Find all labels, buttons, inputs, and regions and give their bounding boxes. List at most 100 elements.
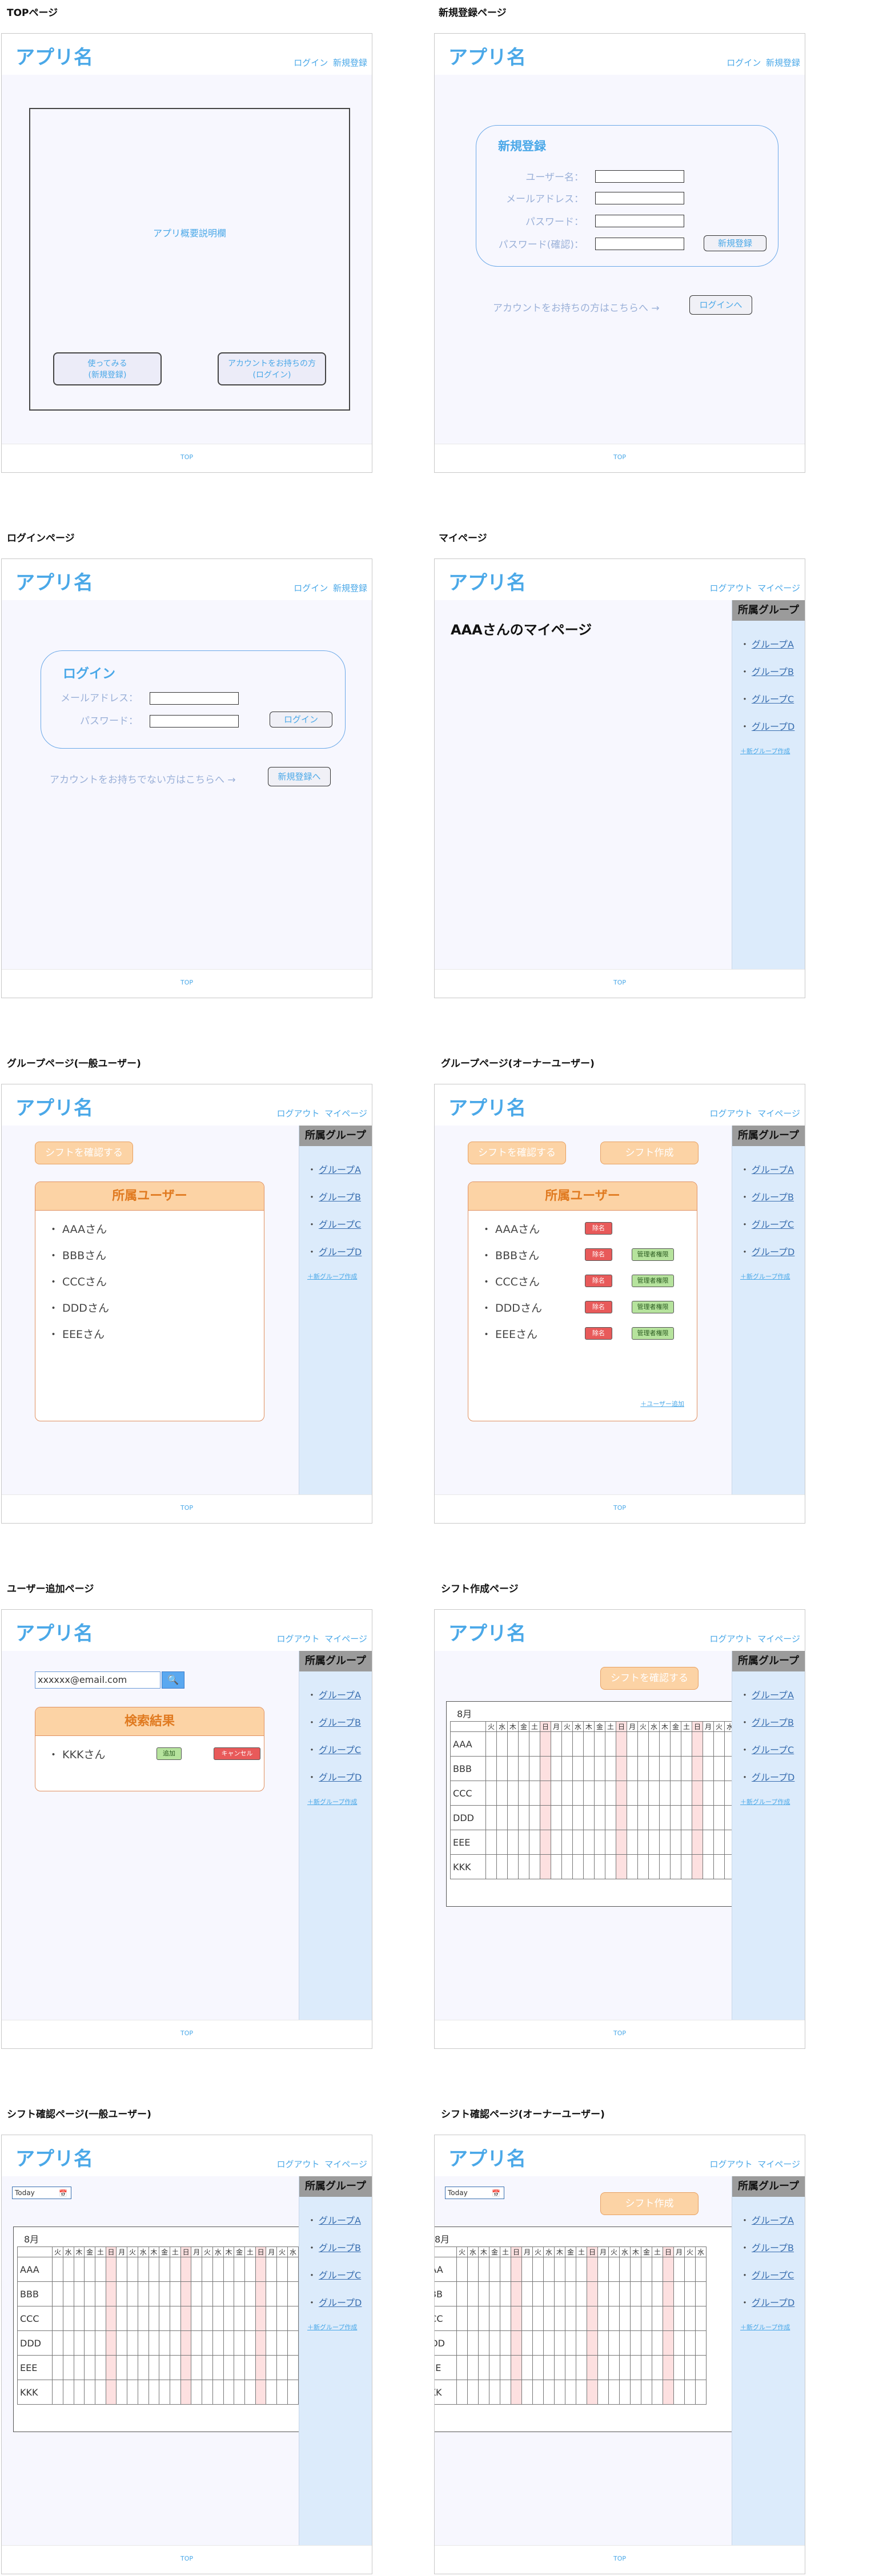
shift-cell[interactable] [202,2380,213,2405]
shift-cell[interactable] [554,2281,565,2306]
shift-cell[interactable] [266,2330,278,2356]
nav-links[interactable]: ログアウト マイページ [710,582,800,594]
shift-cell[interactable] [529,1756,540,1781]
footer-top-link[interactable]: TOP [435,2030,805,2037]
shift-cell[interactable] [62,2281,74,2306]
shift-cell[interactable] [244,2380,256,2405]
sidebar-item[interactable]: ・グループB [307,1189,372,1203]
shift-cell[interactable] [159,2330,171,2356]
shift-cell[interactable] [692,1731,703,1757]
shift-cell[interactable] [521,2281,533,2306]
login-submit-button[interactable]: ログイン [270,712,332,728]
shift-cell[interactable] [594,1805,605,1830]
shift-cell[interactable] [695,2306,707,2331]
shift-cell[interactable] [234,2330,246,2356]
username-input[interactable] [595,170,684,183]
shift-cell[interactable] [616,1756,627,1781]
to-register-button[interactable]: 新規登録へ [268,767,331,786]
shift-cell[interactable] [532,2306,544,2331]
shift-cell[interactable] [287,2281,299,2306]
shift-cell[interactable] [456,2257,468,2282]
shift-cell[interactable] [605,1731,616,1757]
shift-cell[interactable] [180,2257,192,2282]
shift-cell[interactable] [105,2355,117,2380]
shift-cell[interactable] [521,2380,533,2405]
shift-cell[interactable] [255,2306,267,2331]
shift-cell[interactable] [159,2281,171,2306]
shift-cell[interactable] [170,2355,181,2380]
shift-cell[interactable] [681,1805,692,1830]
shift-cell[interactable] [695,2355,707,2380]
shift-cell[interactable] [170,2281,181,2306]
shift-cell[interactable] [159,2355,171,2380]
shift-cell[interactable] [540,1781,551,1806]
footer-top-link[interactable]: TOP [2,1504,372,1512]
create-shift-button[interactable]: シフト作成 [600,1142,699,1164]
shift-cell[interactable] [627,1805,638,1830]
shift-cell[interactable] [713,1756,725,1781]
today-button[interactable]: Today 📅 [12,2187,71,2199]
shift-cell[interactable] [73,2281,85,2306]
shift-cell[interactable] [148,2306,160,2331]
shift-cell[interactable] [554,2355,565,2380]
shift-cell[interactable] [518,1805,529,1830]
shift-cell[interactable] [673,2306,685,2331]
shift-cell[interactable] [170,2306,181,2331]
shift-cell[interactable] [287,2306,299,2331]
create-shift-button[interactable]: シフト作成 [600,2192,699,2215]
shift-cell[interactable] [478,2257,489,2282]
shift-cell[interactable] [456,2380,468,2405]
shift-cell[interactable] [500,2281,511,2306]
shift-cell[interactable] [608,2306,620,2331]
shift-cell[interactable] [543,2330,555,2356]
shift-cell[interactable] [266,2257,278,2282]
shift-cell[interactable] [673,2355,685,2380]
footer-top-link[interactable]: TOP [435,1504,805,1512]
shift-cell[interactable] [137,2330,149,2356]
shift-cell[interactable] [170,2257,181,2282]
sidebar-item[interactable]: ・グループD [740,1770,805,1783]
shift-cell[interactable] [223,2330,235,2356]
shift-cell[interactable] [572,1756,584,1781]
shift-cell[interactable] [496,1756,508,1781]
shift-cell[interactable] [703,1781,714,1806]
shift-cell[interactable] [551,1781,562,1806]
shift-cell[interactable] [511,2257,522,2282]
remove-button[interactable]: 除名 [585,1222,612,1235]
shift-cell[interactable] [684,2281,696,2306]
shift-cell[interactable] [641,2355,652,2380]
remove-button[interactable]: 除名 [585,1275,612,1287]
nav-links[interactable]: ログアウト マイページ [277,2158,367,2170]
shift-cell[interactable] [703,1854,714,1879]
shift-cell[interactable] [576,2355,587,2380]
shift-cell[interactable] [703,1756,714,1781]
shift-cell[interactable] [692,1756,703,1781]
shift-cell[interactable] [713,1854,725,1879]
shift-cell[interactable] [576,2330,587,2356]
shift-cell[interactable] [116,2330,128,2356]
admin-button[interactable]: 管理者権限 [632,1248,674,1261]
shift-cell[interactable] [673,2257,685,2282]
shift-cell[interactable] [478,2330,489,2356]
shift-cell[interactable] [554,2380,565,2405]
shift-cell[interactable] [543,2281,555,2306]
shift-cell[interactable] [137,2306,149,2331]
nav-links[interactable]: ログアウト マイページ [277,1633,367,1645]
shift-cell[interactable] [485,1854,497,1879]
shift-cell[interactable] [648,1854,660,1879]
shift-cell[interactable] [456,2281,468,2306]
shift-cell[interactable] [212,2257,224,2282]
shift-cell[interactable] [137,2257,149,2282]
add-button[interactable]: 追加 [156,1747,182,1760]
shift-cell[interactable] [521,2330,533,2356]
shift-cell[interactable] [485,1756,497,1781]
shift-cell[interactable] [234,2281,246,2306]
app-logo[interactable]: アプリ名 [448,567,526,595]
shift-cell[interactable] [496,1830,508,1855]
shift-cell[interactable] [692,1781,703,1806]
shift-cell[interactable] [627,1830,638,1855]
shift-cell[interactable] [583,1781,595,1806]
shift-cell[interactable] [532,2380,544,2405]
shift-cell[interactable] [583,1830,595,1855]
shift-cell[interactable] [485,1830,497,1855]
